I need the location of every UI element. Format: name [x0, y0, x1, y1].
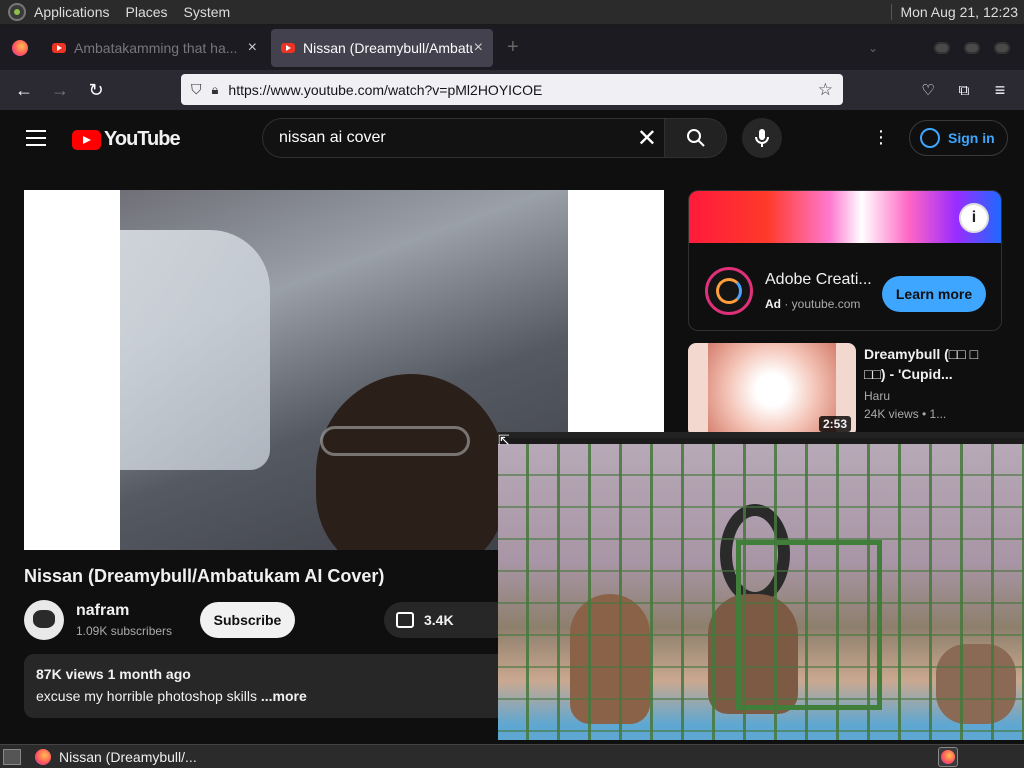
resize-handle-icon[interactable]: ⇱	[498, 432, 514, 448]
car-window-image	[120, 230, 270, 470]
cage-bars-image	[498, 444, 1024, 740]
learn-more-button[interactable]: Learn more	[882, 276, 986, 312]
like-button[interactable]: 3.4K	[384, 602, 514, 638]
browser-tab-bar: Ambatakamming that ha... × Nissan (Dream…	[0, 25, 1024, 70]
reload-icon[interactable]: ↻	[78, 80, 114, 101]
shield-icon[interactable]: ⛉	[191, 81, 202, 98]
taskbar-window-button[interactable]: Nissan (Dreamybull/...	[59, 749, 197, 765]
pocket-icon[interactable]: ♡	[910, 81, 946, 99]
recommended-channel[interactable]: Haru	[864, 389, 890, 403]
os-logo-icon[interactable]	[8, 3, 26, 21]
tab-ambatakamming[interactable]: Ambatakamming that ha... ×	[42, 29, 267, 67]
person-image	[316, 374, 506, 550]
tab-title: Ambatakamming that ha...	[74, 39, 238, 56]
firefox-icon	[35, 748, 51, 765]
ad-banner-image	[689, 191, 1001, 243]
menu-applications[interactable]: Applications	[34, 4, 110, 20]
tab-close-icon[interactable]: ×	[474, 39, 483, 57]
os-taskbar: Nissan (Dreamybull/...	[0, 744, 1024, 768]
youtube-logo[interactable]: YouTube	[72, 128, 181, 151]
video-duration: 2:53	[819, 416, 852, 432]
adobe-cc-logo-icon	[705, 267, 753, 315]
channel-avatar[interactable]	[24, 600, 64, 640]
search-icon	[686, 129, 705, 147]
extensions-puzzle-icon[interactable]: ⧉	[946, 82, 982, 99]
description-text: excuse my horrible photoshop skills	[36, 688, 257, 704]
ad-badge: Ad	[765, 297, 781, 311]
url-text[interactable]: https://www.youtube.com/watch?v=pMl2HOYI…	[228, 82, 542, 98]
sign-in-button[interactable]: Sign in	[909, 120, 1008, 156]
list-all-tabs-icon[interactable]: ⌄	[868, 41, 878, 55]
video-title: Nissan (Dreamybull/Ambatukam AI Cover)	[24, 566, 385, 586]
youtube-play-icon	[72, 129, 101, 150]
lock-icon[interactable]: 🔒︎	[212, 82, 219, 98]
glasses-image	[320, 426, 470, 456]
back-arrow-icon[interactable]: ←	[6, 80, 42, 101]
search-query[interactable]: nissan ai cover	[279, 129, 386, 147]
tab-nissan[interactable]: Nissan (Dreamybull/Ambatu ×	[271, 28, 493, 67]
show-desktop-icon[interactable]	[3, 748, 21, 765]
subscribe-button[interactable]: Subscribe	[200, 602, 295, 638]
settings-more-icon[interactable]: · · ·	[876, 121, 886, 153]
youtube-header: YouTube nissan ai cover ✕ · · · Sign in	[0, 110, 1024, 166]
browser-nav-bar: ← → ↻ ⛉ 🔒︎ https://www.youtube.com/watch…	[0, 70, 1024, 110]
search-input[interactable]: nissan ai cover ✕	[262, 118, 672, 158]
new-tab-icon[interactable]: +	[507, 36, 519, 59]
show-more-link[interactable]: ...more	[261, 688, 307, 704]
thumbs-up-icon	[396, 612, 414, 628]
subscriber-count: 1.09K subscribers	[76, 624, 173, 638]
forward-arrow-icon[interactable]: →	[42, 80, 78, 101]
clear-search-icon[interactable]: ✕	[637, 124, 657, 153]
user-icon	[920, 128, 940, 148]
menu-system[interactable]: System	[184, 4, 231, 20]
app-menu-hamburger-icon[interactable]: ≡	[982, 80, 1018, 101]
sign-in-label: Sign in	[948, 130, 995, 146]
tray-firefox-icon[interactable]	[938, 746, 958, 767]
ad-title[interactable]: Adobe Creati...	[765, 271, 872, 289]
search-button[interactable]	[664, 118, 727, 158]
bookmark-star-icon[interactable]: ☆	[818, 80, 833, 100]
close-window-icon[interactable]	[994, 41, 1010, 54]
tab-title: Nissan (Dreamybull/Ambatu	[303, 39, 473, 56]
monkey-cage-video	[498, 444, 1024, 740]
pip-video-window[interactable]: ⇱	[498, 432, 1024, 740]
info-icon[interactable]: i	[959, 203, 989, 233]
microphone-icon	[755, 129, 769, 147]
youtube-logo-text: YouTube	[104, 128, 181, 150]
youtube-favicon-icon	[281, 42, 295, 53]
menu-places[interactable]: Places	[126, 4, 168, 20]
channel-name[interactable]: nafram	[76, 602, 129, 620]
ad-domain: youtube.com	[791, 297, 861, 311]
cupid-image	[708, 343, 836, 437]
recommended-video[interactable]: 2:53 Dreamybull (□□ □ □□) - 'Cupid... Ha…	[688, 343, 1018, 437]
firefox-icon	[941, 749, 955, 764]
tab-close-icon[interactable]: ×	[248, 39, 257, 57]
recommended-meta: 24K views • 1...	[864, 407, 947, 421]
minimize-window-icon[interactable]	[934, 41, 950, 54]
url-bar[interactable]: ⛉ 🔒︎ https://www.youtube.com/watch?v=pMl…	[181, 74, 843, 105]
firefox-view-icon[interactable]	[12, 39, 28, 56]
guide-menu-icon[interactable]	[26, 130, 46, 146]
ad-subtitle: Ad · youtube.com	[765, 297, 861, 311]
youtube-favicon-icon	[52, 42, 66, 53]
maximize-window-icon[interactable]	[964, 41, 980, 54]
like-count: 3.4K	[424, 612, 454, 628]
clock[interactable]: Mon Aug 21, 12:23	[891, 4, 1018, 20]
voice-search-button[interactable]	[742, 118, 782, 158]
recommended-title[interactable]: Dreamybull (□□ □ □□) - 'Cupid...	[864, 344, 984, 384]
os-top-panel: Applications Places System Mon Aug 21, 1…	[0, 0, 1024, 25]
ad-card[interactable]: i Adobe Creati... Ad · youtube.com Learn…	[688, 190, 1002, 331]
